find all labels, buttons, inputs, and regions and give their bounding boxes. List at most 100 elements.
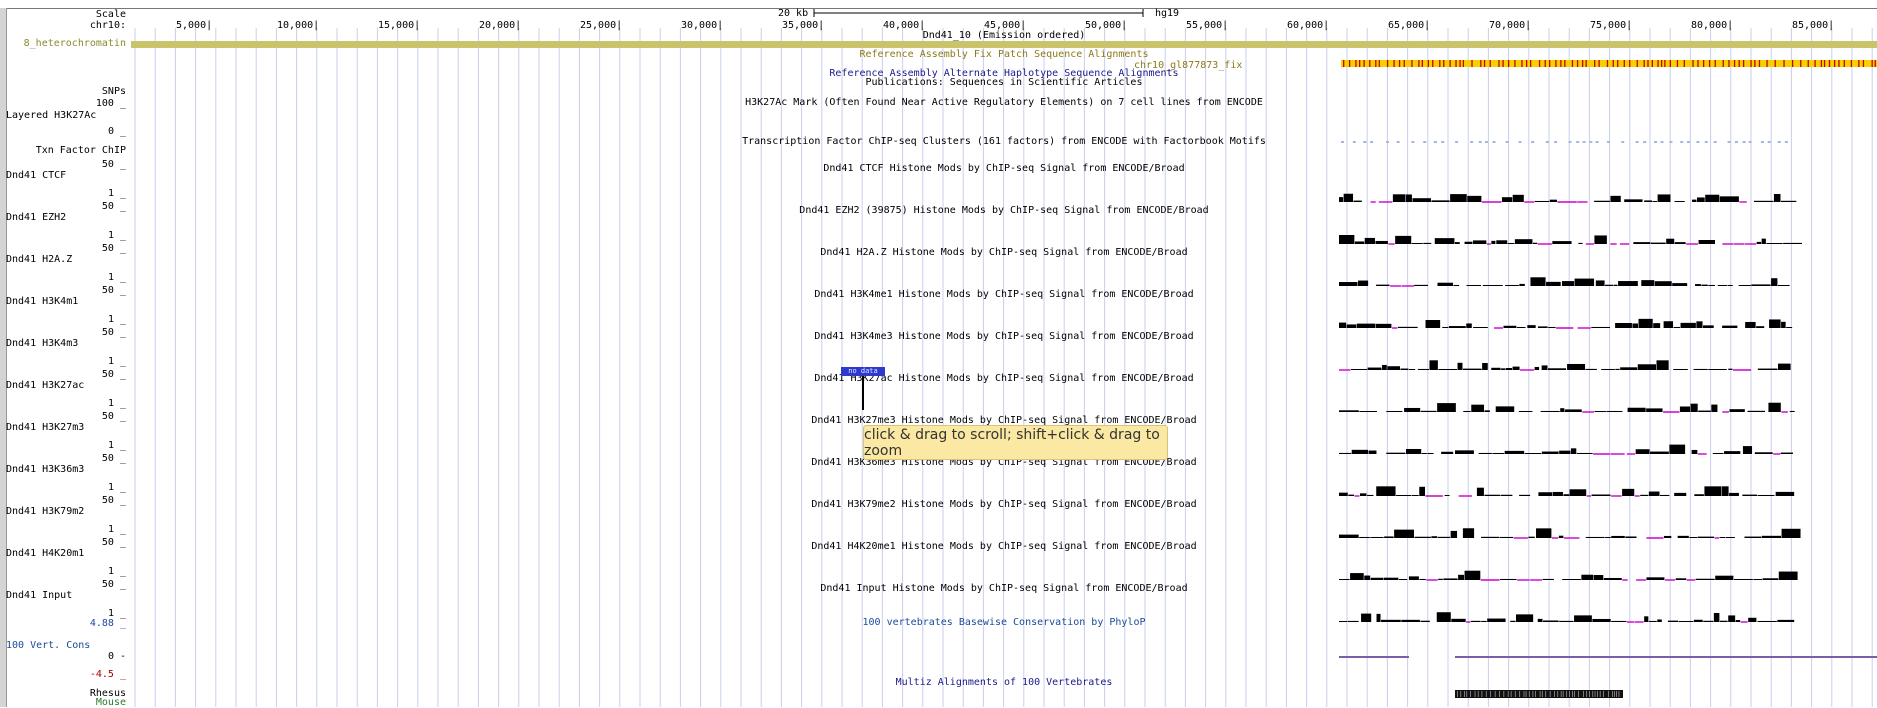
signal-block — [1719, 196, 1739, 202]
signal-block — [1419, 578, 1426, 580]
histone-track-title: Dnd41 H2A.Z Histone Mods by ChIP-seq Sig… — [820, 247, 1188, 258]
drag-hint-tooltip: click & drag to scroll; shift+click & dr… — [863, 425, 1168, 460]
signal-block — [1438, 368, 1458, 370]
signal-block — [1392, 194, 1406, 202]
layered-h3k27ac-label[interactable]: Layered H3K27Ac — [6, 110, 126, 121]
histone-track-label[interactable]: Dnd41 H3K79m2 — [6, 506, 126, 517]
signal-block — [1404, 407, 1421, 412]
signal-block — [1675, 578, 1687, 580]
signal-block — [1536, 528, 1552, 538]
multiz-title: Multiz Alignments of 100 Vertebrates — [895, 677, 1113, 688]
histone-track-label[interactable]: Dnd41 H3K27m3 — [6, 422, 126, 433]
txn-factor-label[interactable]: Txn Factor ChIP — [6, 145, 126, 156]
signal-block — [1339, 234, 1355, 244]
signal-block — [1562, 281, 1575, 286]
signal-block — [1627, 407, 1646, 412]
signal-block — [1673, 368, 1688, 370]
signal-block — [1704, 486, 1722, 496]
signal-block — [1652, 200, 1658, 202]
signal-block — [1501, 368, 1506, 370]
multiz-tick — [1464, 691, 1465, 697]
signal-block — [1679, 406, 1691, 412]
signal-block — [1339, 452, 1352, 454]
signal-block — [1354, 241, 1365, 244]
signal-block — [1464, 241, 1473, 244]
signal-block — [1414, 536, 1431, 538]
signal-block — [1414, 284, 1429, 286]
signal-block — [1417, 368, 1429, 370]
fix-patch-stripe — [1544, 60, 1546, 67]
multiz-tick — [1474, 691, 1476, 697]
signal-block — [1603, 577, 1622, 580]
histone-scale-top: 50 _ — [101, 159, 126, 170]
histone-track-label[interactable]: Dnd41 Input — [6, 590, 126, 601]
histone-track-label[interactable]: Dnd41 CTCF — [6, 170, 126, 181]
fix-patch-stripe — [1676, 60, 1679, 67]
signal-block — [1569, 489, 1587, 496]
mouse-label[interactable]: Mouse — [6, 697, 126, 708]
signal-block — [1712, 452, 1724, 454]
signal-block — [1725, 536, 1735, 538]
histone-track-label[interactable]: Dnd41 H3K4m1 — [6, 296, 126, 307]
heterochromatin-label[interactable]: 8_heterochromatin — [6, 38, 126, 49]
histone-scale-top: 50 _ — [101, 369, 126, 380]
fix-patch-stripe — [1800, 60, 1802, 67]
fix-patch-stripe — [1439, 60, 1441, 67]
signal-block — [1466, 285, 1481, 286]
multiz-tick — [1457, 691, 1458, 697]
histone-track-title: Dnd41 H4K20me1 Histone Mods by ChIP-seq … — [811, 541, 1197, 552]
fix-patch-stripe — [1850, 60, 1853, 67]
signal-block — [1663, 321, 1674, 328]
signal-block — [1615, 322, 1632, 328]
fix-patch-stripe — [1443, 60, 1445, 67]
fix-patch-stripe — [1774, 60, 1776, 67]
fix-patch-stripe — [1502, 60, 1504, 67]
histone-track-label[interactable]: Dnd41 H4K20m1 — [6, 548, 126, 559]
histone-track-label[interactable]: Dnd41 H3K4m3 — [6, 338, 126, 349]
fix-patch-stripe — [1529, 60, 1532, 67]
multiz-tick — [1589, 691, 1590, 697]
signal-block — [1411, 494, 1419, 496]
signal-block — [1591, 494, 1611, 496]
multiz-tick — [1494, 691, 1496, 697]
signal-block — [1692, 199, 1697, 202]
signal-block — [1457, 362, 1463, 370]
cons-label[interactable]: 100 Vert. Cons — [6, 640, 126, 651]
signal-block — [1567, 363, 1586, 370]
signal-block — [1346, 324, 1357, 328]
multiz-tick — [1614, 691, 1615, 697]
snps-label[interactable]: SNPs — [6, 86, 126, 97]
fix-patch-stripe — [1418, 60, 1420, 67]
fix-patch-stripe — [1348, 60, 1351, 67]
fix-patch-stripe — [1538, 60, 1541, 67]
signal-block — [1512, 366, 1520, 370]
fix-patch-stripe — [1427, 60, 1429, 67]
signal-block — [1538, 492, 1553, 496]
signal-block — [1504, 450, 1525, 454]
signal-block — [1356, 323, 1376, 328]
histone-track-label[interactable]: Dnd41 H2A.Z — [6, 254, 126, 265]
signal-block — [1637, 364, 1657, 370]
fix-patch-stripe — [1814, 60, 1816, 67]
signal-block — [1560, 408, 1565, 412]
signal-block — [1559, 450, 1571, 454]
histone-track-label[interactable]: Dnd41 EZH2 — [6, 212, 126, 223]
signal-block — [1431, 200, 1450, 202]
signal-block — [1400, 368, 1409, 370]
signal-block — [1339, 578, 1350, 580]
signal-block — [1505, 368, 1513, 370]
fix-patch-stripe — [1355, 60, 1357, 67]
multiz-tick — [1599, 691, 1601, 697]
signal-block — [1633, 242, 1651, 244]
h3k27ac-mark-title: H3K27Ac Mark (Often Found Near Active Re… — [745, 97, 1263, 108]
histone-track-label[interactable]: Dnd41 H3K27ac — [6, 380, 126, 391]
histone-scale-top: 50 _ — [101, 537, 126, 548]
histone-track-label[interactable]: Dnd41 H3K36m3 — [6, 464, 126, 475]
signal-block — [1786, 326, 1793, 328]
histone-track-title: Dnd41 H3K27ac Histone Mods by ChIP-seq S… — [814, 373, 1194, 384]
track-data-area[interactable]: 5,000| 10,000| 15,000| 20,000| 25,000| 30,000… — [131, 8, 1877, 707]
histone-scale-bottom: 1 _ — [107, 440, 126, 451]
signal-block — [1666, 238, 1675, 244]
signal-block — [1717, 284, 1728, 286]
multiz-tick — [1566, 691, 1568, 697]
